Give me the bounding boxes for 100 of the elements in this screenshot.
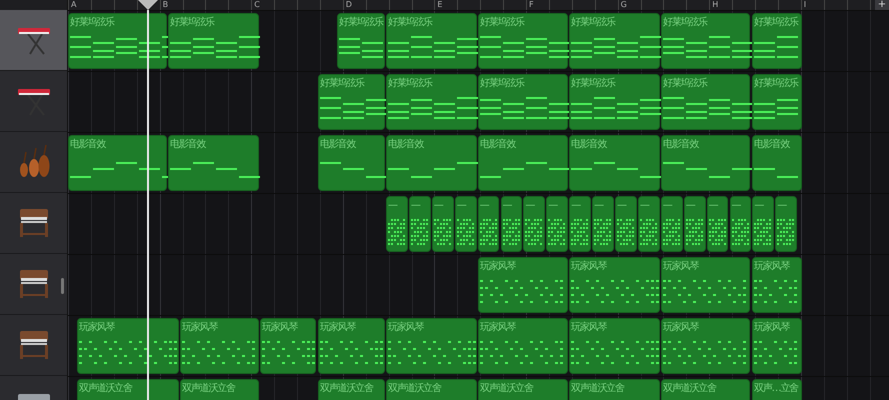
music-region[interactable]: 玩家风琴 <box>180 318 259 374</box>
region-label: 好莱坞弦乐 <box>170 16 214 29</box>
music-region[interactable]: — <box>730 196 752 252</box>
music-region[interactable]: 电影音效 <box>318 135 385 191</box>
ruler-corner <box>0 0 67 10</box>
music-region[interactable]: — <box>775 196 798 252</box>
music-region[interactable]: 玩家风琴 <box>661 318 750 374</box>
music-region[interactable]: — <box>523 196 546 252</box>
music-region[interactable]: 双声道沃立舍 <box>180 379 259 400</box>
music-region[interactable]: 好莱坞弦乐 <box>752 13 802 69</box>
music-region[interactable]: 双声道沃立舍 <box>661 379 750 400</box>
music-region[interactable]: 好莱坞弦乐 <box>569 13 660 69</box>
music-region[interactable]: 电影音效 <box>661 135 750 191</box>
region-label: 双声道沃立舍 <box>320 382 373 395</box>
music-region[interactable]: 好莱坞弦乐 <box>752 74 802 130</box>
notes-drawing <box>339 38 383 58</box>
music-region[interactable]: 电影音效 <box>478 135 568 191</box>
region-label: 好莱坞弦乐 <box>754 77 798 90</box>
add-button[interactable]: + <box>875 0 889 10</box>
music-region[interactable]: 电影音效 <box>752 135 802 191</box>
music-region[interactable]: — <box>706 196 728 252</box>
music-region[interactable]: 双声道沃立舍 <box>386 379 477 400</box>
section-marker[interactable]: E <box>437 0 442 10</box>
region-label: 电影音效 <box>70 138 106 151</box>
section-marker[interactable]: F <box>529 0 534 10</box>
music-region[interactable]: — <box>660 196 683 252</box>
music-region[interactable]: 双声…立舍 <box>752 379 802 400</box>
music-region[interactable]: — <box>684 196 706 252</box>
section-marker[interactable]: B <box>162 0 168 10</box>
music-region[interactable]: 电影音效 <box>386 135 477 191</box>
music-region[interactable]: 玩家风琴 <box>569 318 660 374</box>
region-label: — <box>732 199 740 212</box>
notes-drawing <box>410 219 428 245</box>
music-region[interactable]: 电影音效 <box>68 135 167 191</box>
music-region[interactable]: — <box>454 196 477 252</box>
resize-handle[interactable] <box>61 278 64 294</box>
music-region[interactable]: — <box>386 196 408 252</box>
timeline-ruler[interactable]: A B C D E F G H I + <box>68 0 889 11</box>
notes-drawing <box>617 219 634 245</box>
region-label: 玩家风琴 <box>388 321 424 334</box>
music-region[interactable]: 玩家风琴 <box>318 318 385 374</box>
music-region[interactable]: 好莱坞弦乐 <box>318 74 385 130</box>
music-region[interactable]: 好莱坞弦乐 <box>661 74 750 130</box>
music-region[interactable]: 双声道沃立舍 <box>569 379 660 400</box>
music-region[interactable]: 玩家风琴 <box>752 257 802 313</box>
music-region[interactable]: 电影音效 <box>569 135 660 191</box>
music-region[interactable]: — <box>592 196 614 252</box>
region-label: 电影音效 <box>388 138 424 151</box>
music-region[interactable]: 玩家风琴 <box>260 318 316 374</box>
section-marker[interactable]: I <box>804 0 806 10</box>
music-region[interactable]: 玩家风琴 <box>77 318 179 374</box>
music-region[interactable]: 玩家风琴 <box>569 257 660 313</box>
region-label: 双声…立舍 <box>754 382 798 395</box>
music-region[interactable]: 玩家风琴 <box>386 318 477 374</box>
region-label: 双声道沃立舍 <box>480 382 533 395</box>
music-region[interactable]: — <box>638 196 660 252</box>
region-label: 玩家风琴 <box>262 321 298 334</box>
section-marker[interactable]: D <box>346 0 352 10</box>
music-region[interactable]: 好莱坞弦乐 <box>68 13 167 69</box>
music-region[interactable]: 好莱坞弦乐 <box>337 13 385 69</box>
music-region[interactable]: 好莱坞弦乐 <box>478 74 568 130</box>
notes-drawing <box>320 162 387 178</box>
section-marker[interactable]: H <box>712 0 718 10</box>
music-region[interactable]: — <box>752 196 774 252</box>
music-region[interactable]: 好莱坞弦乐 <box>569 74 660 130</box>
music-region[interactable]: — <box>546 196 568 252</box>
region-label: 好莱坞弦乐 <box>388 16 432 29</box>
music-region[interactable]: 电影音效 <box>168 135 259 191</box>
music-region[interactable]: — <box>408 196 431 252</box>
music-region[interactable]: 好莱坞弦乐 <box>386 13 477 69</box>
notes-drawing <box>754 280 797 303</box>
playhead[interactable] <box>138 0 158 400</box>
music-region[interactable]: 双声道沃立舍 <box>318 379 385 400</box>
music-region[interactable]: 双声道沃立舍 <box>478 379 568 400</box>
region-label: 玩家风琴 <box>571 321 606 334</box>
music-region[interactable]: — <box>615 196 637 252</box>
music-region[interactable]: 玩家风琴 <box>752 318 802 374</box>
region-label: 好莱坞弦乐 <box>388 77 432 90</box>
region-label: 好莱坞弦乐 <box>571 16 616 29</box>
music-region[interactable]: 玩家风琴 <box>478 318 568 374</box>
section-marker[interactable]: G <box>620 0 627 10</box>
notes-drawing <box>434 219 451 245</box>
region-label: — <box>548 199 558 212</box>
music-region[interactable]: — <box>478 196 500 252</box>
region-label: — <box>777 199 786 212</box>
section-marker[interactable]: C <box>254 0 260 10</box>
region-label: — <box>686 199 694 212</box>
music-region[interactable]: 好莱坞弦乐 <box>661 13 750 69</box>
music-region[interactable]: 好莱坞弦乐 <box>168 13 259 69</box>
music-region[interactable]: — <box>500 196 522 252</box>
music-region[interactable]: 双声道沃立舍 <box>77 379 179 400</box>
region-label: 好莱坞弦乐 <box>339 16 384 29</box>
music-region[interactable]: 玩家风琴 <box>661 257 750 313</box>
notes-drawing <box>640 219 657 245</box>
section-marker[interactable]: A <box>71 0 76 10</box>
music-region[interactable]: 好莱坞弦乐 <box>386 74 477 130</box>
music-region[interactable]: 玩家风琴 <box>478 257 568 313</box>
music-region[interactable]: 好莱坞弦乐 <box>478 13 568 69</box>
music-region[interactable]: — <box>569 196 592 252</box>
music-region[interactable]: — <box>432 196 454 252</box>
